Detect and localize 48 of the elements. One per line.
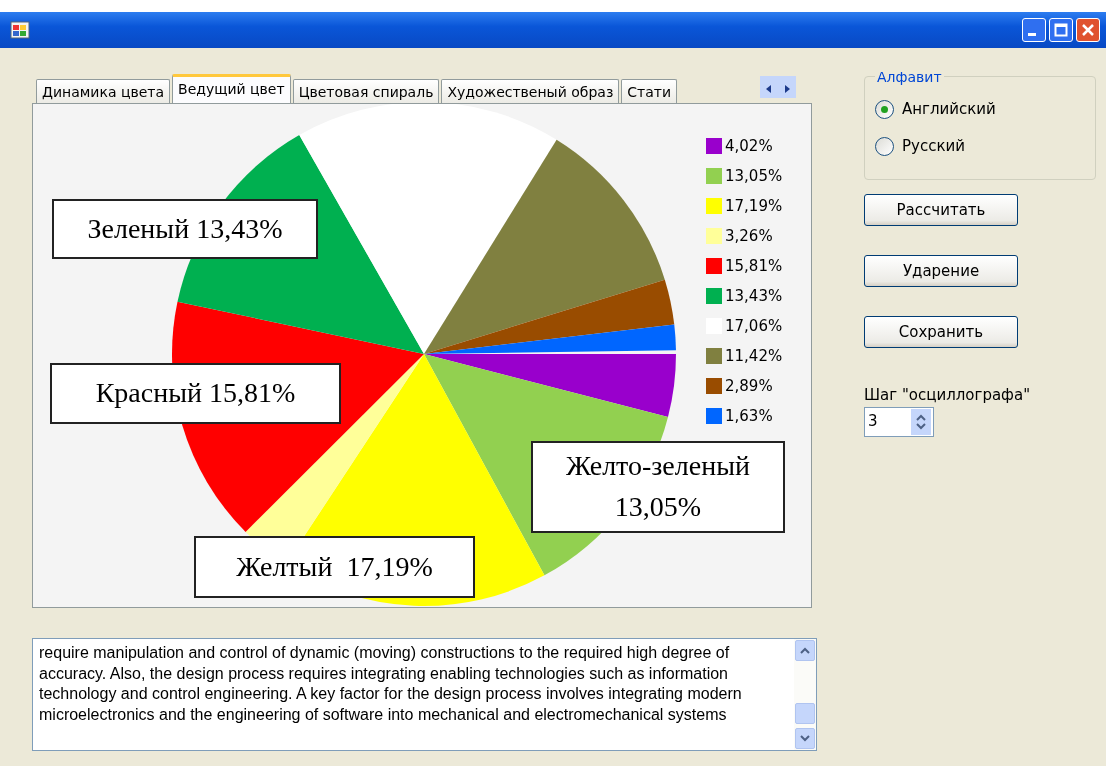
legend-swatch	[706, 288, 722, 304]
action-button[interactable]: Ударение	[864, 255, 1018, 287]
action-button[interactable]: Рассчитать	[864, 194, 1018, 226]
legend-label: 13,43%	[725, 285, 783, 307]
legend-label: 13,05%	[725, 165, 783, 187]
minimize-icon	[1028, 32, 1036, 36]
legend-label: 11,42%	[725, 345, 783, 367]
step-spinner[interactable]: 3	[864, 406, 934, 437]
radio-option[interactable]: Английский	[875, 91, 1085, 128]
callout-label: Красный 15,81%	[50, 363, 341, 424]
callout-label: Зеленый 13,43%	[52, 199, 318, 259]
scroll-down-button[interactable]	[795, 728, 815, 749]
legend-label: 2,89%	[725, 375, 773, 397]
text-content: require manipulation and control of dynamic (moving) constructions to the required high degree of accuracy. Also, the design process requires integrating enabling technologies such as information technology and control engineering. A key factor for the design process involves integrating modern microelectronics and the engineering of software into mechanical and electromechanical systems	[38, 643, 743, 725]
legend-label: 3,26%	[725, 225, 773, 247]
close-icon	[1081, 23, 1095, 37]
legend-swatch	[706, 198, 722, 214]
spin-arrows-icon[interactable]	[911, 408, 931, 435]
tab[interactable]: Ведущий цвет	[172, 74, 291, 103]
tab[interactable]: Цветовая спираль	[292, 79, 440, 103]
callout-label: Желто-зеленый 13,05%	[531, 441, 785, 533]
legend-swatch	[706, 378, 722, 394]
legend-label: 1,63%	[725, 405, 773, 427]
legend-swatch	[706, 258, 722, 274]
radio-option[interactable]: Русский	[875, 128, 1085, 165]
legend-label: 4,02%	[725, 135, 773, 157]
legend-swatch	[706, 138, 722, 154]
step-label: Шаг "осциллографа"	[864, 385, 1032, 406]
legend-swatch	[706, 408, 722, 424]
legend-swatch	[706, 348, 722, 364]
app-icon	[10, 21, 30, 39]
legend-label: 15,81%	[725, 255, 783, 277]
legend-label: 17,06%	[725, 315, 783, 337]
legend-label: 17,19%	[725, 195, 783, 217]
action-button[interactable]: Сохранить	[864, 316, 1018, 348]
close-button[interactable]	[1076, 18, 1100, 42]
legend-swatch	[706, 228, 722, 244]
legend-swatch	[706, 168, 722, 184]
maximize-icon	[1054, 23, 1068, 37]
tab[interactable]: Художественый образ	[441, 79, 620, 103]
maximize-button[interactable]	[1049, 18, 1073, 42]
scrollbar-thumb[interactable]	[795, 703, 815, 724]
callout-label: Желтый 17,19%	[194, 536, 475, 598]
text-area[interactable]	[32, 638, 817, 751]
minimize-button[interactable]	[1022, 18, 1046, 42]
scroll-up-button[interactable]	[795, 640, 815, 661]
tab[interactable]: Стати	[621, 79, 678, 103]
tab[interactable]: Динамика цвета	[36, 79, 171, 103]
